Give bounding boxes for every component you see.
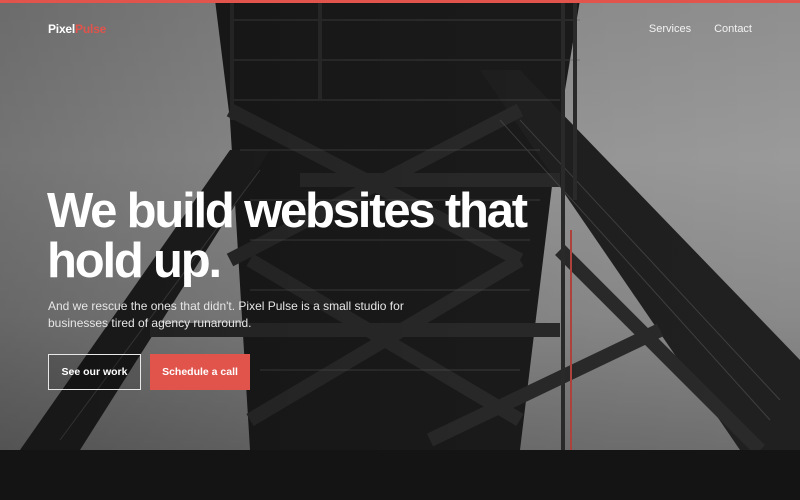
top-navigation: PixelPulse Services Contact xyxy=(0,0,800,60)
brand-name-part2: Pulse xyxy=(75,22,107,36)
nav-links: Services Contact xyxy=(649,23,752,35)
nav-link-services[interactable]: Services xyxy=(649,23,691,35)
hero-subtext: And we rescue the ones that didn't. Pixe… xyxy=(48,299,404,330)
next-section-band xyxy=(0,450,800,500)
brand-logo[interactable]: PixelPulse xyxy=(48,22,106,36)
see-our-work-button[interactable]: See our work xyxy=(48,354,141,390)
top-accent-bar xyxy=(0,0,800,3)
nav-link-contact[interactable]: Contact xyxy=(714,23,752,35)
schedule-a-call-button[interactable]: Schedule a call xyxy=(150,354,250,390)
brand-name-part1: Pixel xyxy=(48,22,76,36)
hero-headline: We build websites that hold up. xyxy=(47,184,528,288)
